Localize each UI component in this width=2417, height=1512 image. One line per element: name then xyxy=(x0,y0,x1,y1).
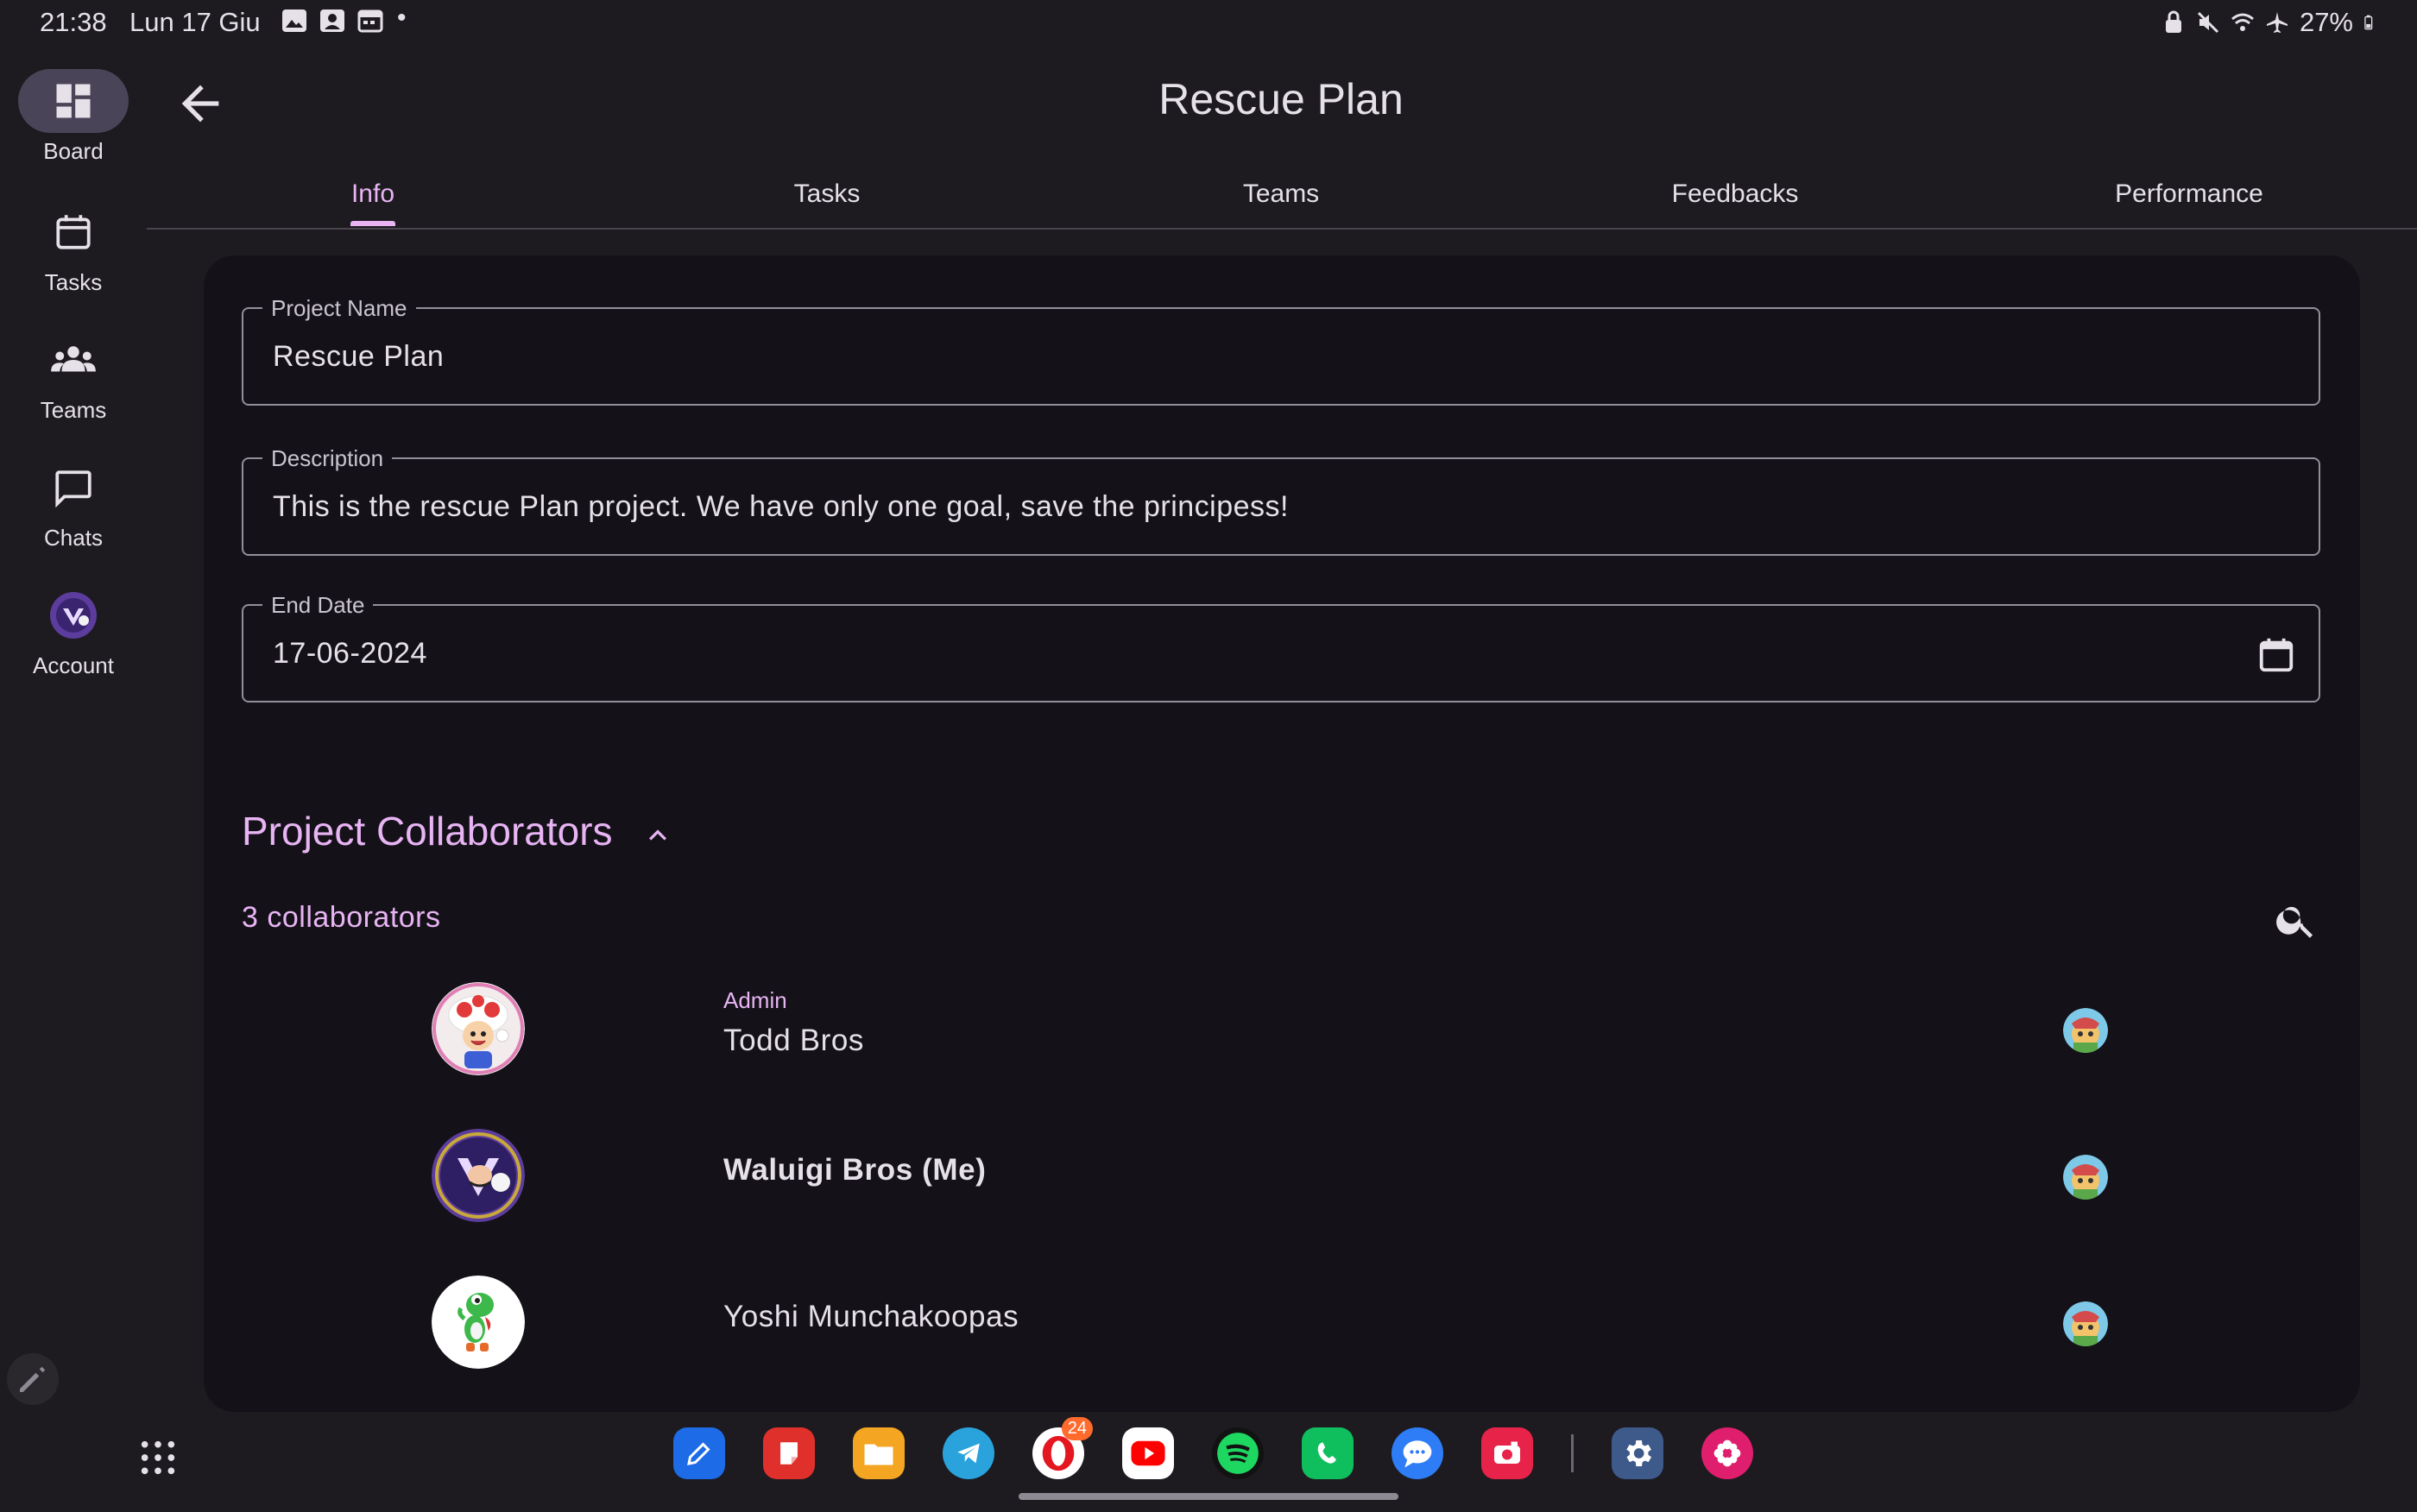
gesture-handle[interactable] xyxy=(1019,1493,1398,1500)
rail-label-board: Board xyxy=(43,138,104,164)
airplane-icon xyxy=(2266,12,2288,33)
description-value: This is the rescue Plan project. We have… xyxy=(273,490,1289,523)
status-time: 21:38 xyxy=(40,7,107,37)
edit-pencil-icon[interactable] xyxy=(7,1353,59,1405)
settings-app-icon[interactable] xyxy=(1612,1427,1663,1479)
blossom-app-icon[interactable] xyxy=(1701,1427,1753,1479)
status-date: Lun 17 Giu xyxy=(129,7,261,37)
project-name-label: Project Name xyxy=(262,295,416,322)
status-bar: 21:38 Lun 17 Giu • 27% xyxy=(0,0,2417,45)
team-avatar xyxy=(2063,1155,2108,1200)
collaborators-count: 3 collaborators xyxy=(242,901,441,934)
tab-teams[interactable]: Teams xyxy=(1243,180,1319,209)
search-icon[interactable] xyxy=(2274,898,2319,942)
tab-tasks[interactable]: Tasks xyxy=(794,180,861,209)
calendar-picker-icon[interactable] xyxy=(2256,635,2296,675)
chat-bubble-icon xyxy=(55,470,92,508)
tab-bar: Info Tasks Teams Feedbacks Performance xyxy=(147,169,2417,230)
tab-indicator xyxy=(350,221,395,226)
notification-icons xyxy=(281,9,383,33)
battery-percent: 27% xyxy=(2299,7,2353,37)
description-field[interactable]: Description This is the rescue Plan proj… xyxy=(242,445,2320,556)
wifi-icon xyxy=(2231,13,2254,31)
end-date-label: End Date xyxy=(262,592,374,619)
mute-icon xyxy=(2197,11,2219,34)
description-label: Description xyxy=(262,445,393,472)
rail-label-tasks: Tasks xyxy=(44,269,103,295)
rail-item-tasks[interactable]: Tasks xyxy=(0,200,147,296)
end-date-value: 17-06-2024 xyxy=(273,637,427,670)
system-icons: 27% xyxy=(2161,7,2379,38)
project-name-value: Rescue Plan xyxy=(273,340,445,373)
rail-item-account[interactable]: Account xyxy=(0,583,147,679)
project-name-field[interactable]: Project Name Rescue Plan xyxy=(242,295,2320,406)
rail-label-chats: Chats xyxy=(44,525,103,551)
app-drawer-icon[interactable] xyxy=(138,1438,178,1477)
collaborator-role: Admin xyxy=(723,987,787,1013)
rail-item-chats[interactable]: Chats xyxy=(0,456,147,551)
groups-icon xyxy=(51,346,96,372)
team-avatar xyxy=(2063,1008,2108,1053)
collaborators-section-title[interactable]: Project Collaborators xyxy=(242,808,613,854)
tab-feedbacks[interactable]: Feedbacks xyxy=(1672,180,1799,209)
avatar-icon xyxy=(50,592,97,639)
camera-app-icon[interactable] xyxy=(1481,1427,1533,1479)
collaborator-row[interactable]: Waluigi Bros (Me) xyxy=(204,1112,2360,1241)
collaborator-row[interactable]: Admin Todd Bros xyxy=(204,965,2360,1094)
notification-badge: 24 xyxy=(1061,1417,1093,1440)
project-info-card: Project Name Rescue Plan Description Thi… xyxy=(204,255,2360,1412)
rail-label-teams: Teams xyxy=(40,397,107,423)
phone-app-icon[interactable] xyxy=(1302,1427,1354,1479)
spotify-app-icon[interactable] xyxy=(1212,1427,1264,1479)
telegram-app-icon[interactable] xyxy=(943,1427,994,1479)
collaborator-avatar xyxy=(432,1276,525,1369)
pdf-app-icon[interactable] xyxy=(763,1427,815,1479)
tab-performance[interactable]: Performance xyxy=(2115,180,2263,209)
collaborator-row[interactable]: Yoshi Munchakoopas xyxy=(204,1258,2360,1388)
tab-info[interactable]: Info xyxy=(351,180,394,209)
app-dock: 24 xyxy=(673,1417,1753,1479)
page-title: Rescue Plan xyxy=(1158,75,1404,123)
more-notifications-dot: • xyxy=(397,3,407,32)
end-date-field[interactable]: End Date 17-06-2024 xyxy=(242,592,2320,702)
collaborator-name: Yoshi Munchakoopas xyxy=(723,1300,1019,1333)
collaborator-name: Waluigi Bros (Me) xyxy=(723,1153,987,1187)
opera-app-icon[interactable]: 24 xyxy=(1032,1417,1093,1479)
dock-separator xyxy=(1571,1434,1574,1472)
collaborator-avatar xyxy=(432,982,525,1075)
youtube-app-icon[interactable] xyxy=(1122,1427,1174,1479)
collaborator-name: Todd Bros xyxy=(723,1024,864,1057)
battery-icon xyxy=(2364,15,2373,30)
notes-app-icon[interactable] xyxy=(673,1427,725,1479)
calendar-notification-icon xyxy=(357,9,383,33)
team-avatar xyxy=(2063,1301,2108,1346)
calendar-icon xyxy=(56,215,91,249)
gallery-notification-icon xyxy=(282,9,306,32)
messages-app-icon[interactable] xyxy=(1392,1427,1443,1479)
chevron-up-icon[interactable] xyxy=(641,818,675,853)
collaborator-avatar xyxy=(432,1129,525,1222)
lock-icon xyxy=(2165,10,2181,33)
contact-notification-icon xyxy=(320,9,344,32)
rail-item-teams[interactable]: Teams xyxy=(0,328,147,424)
files-app-icon[interactable] xyxy=(853,1427,905,1479)
rail-label-account: Account xyxy=(33,652,114,678)
